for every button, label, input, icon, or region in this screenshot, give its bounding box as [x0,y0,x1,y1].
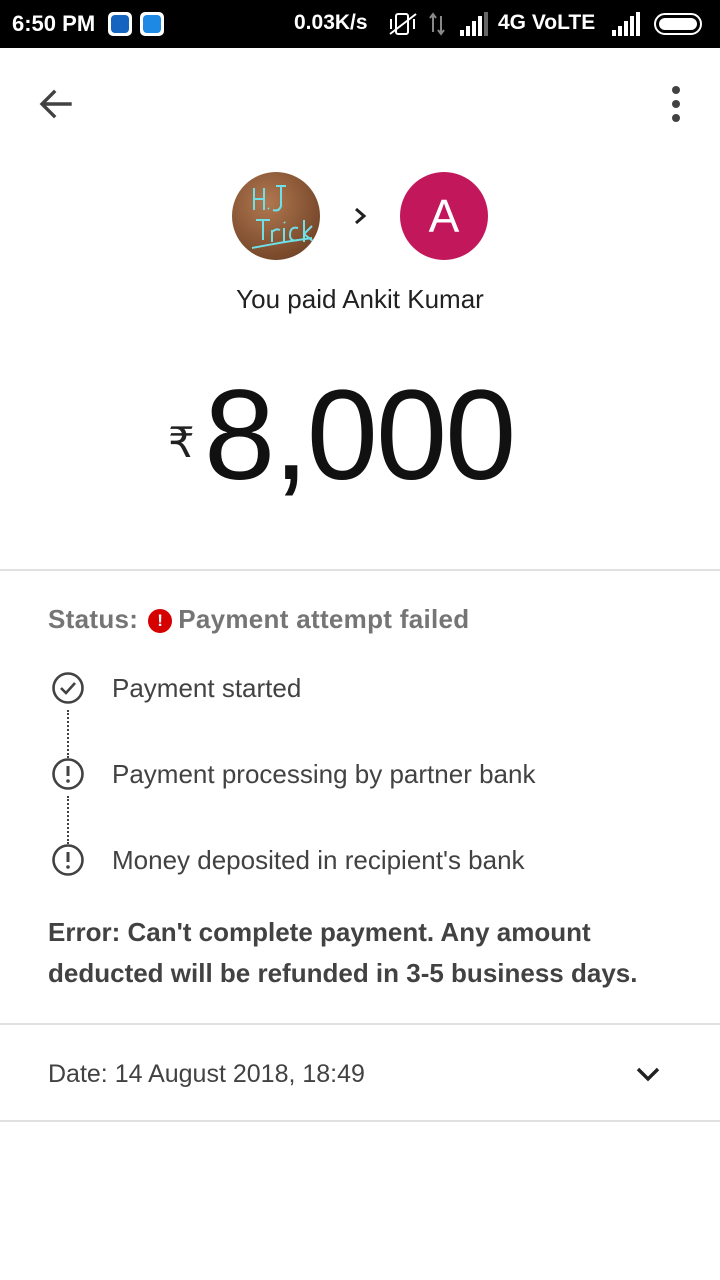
divider [0,1023,720,1025]
more-options-icon[interactable] [652,80,700,132]
step-label: Money deposited in recipient's bank [112,845,525,875]
network-type: 4G VoLTE [498,11,596,34]
payer-avatar [232,172,320,260]
signal-icon [460,12,488,36]
check-circle-icon [52,672,84,704]
divider [0,1120,720,1122]
alert-circle-icon [52,758,84,790]
network-speed: 0.03K/s [294,11,368,34]
payer-avatar-drawing [251,185,315,249]
recipient-avatar: A [400,172,488,260]
currency-symbol: ₹ [168,418,195,467]
error-icon: ! [148,609,173,633]
status-bar: 6:50 PM 0.03K/s 4G VoLTE [0,0,720,48]
payment-amount: 8,000 [204,364,516,507]
back-arrow-icon[interactable] [30,80,82,132]
error-message: Error: Can't complete payment. Any amoun… [48,917,638,988]
alert-circle-icon [52,844,84,876]
app-notification-icon [108,12,132,36]
signal-icon [612,12,640,36]
status-time: 6:50 PM [12,11,96,36]
payment-status: Status:! Payment attempt failed [48,604,469,635]
battery-icon [654,13,702,35]
step-label: Payment started [112,673,302,703]
paid-to-text: You paid Ankit Kumar [236,284,484,314]
status-value: Payment attempt failed [178,604,470,634]
app-notification-icon [140,12,164,36]
status-label: Status: [48,604,139,634]
divider [0,569,720,571]
vibrate-off-icon [389,13,417,35]
transaction-date: Date: 14 August 2018, 18:49 [48,1060,365,1088]
chevron-down-icon[interactable] [632,1060,664,1088]
step-connector [67,710,69,758]
data-arrows-icon [429,12,445,36]
step-label: Payment processing by partner bank [112,759,536,789]
chevron-right-icon [355,207,367,225]
step-connector [67,796,69,844]
